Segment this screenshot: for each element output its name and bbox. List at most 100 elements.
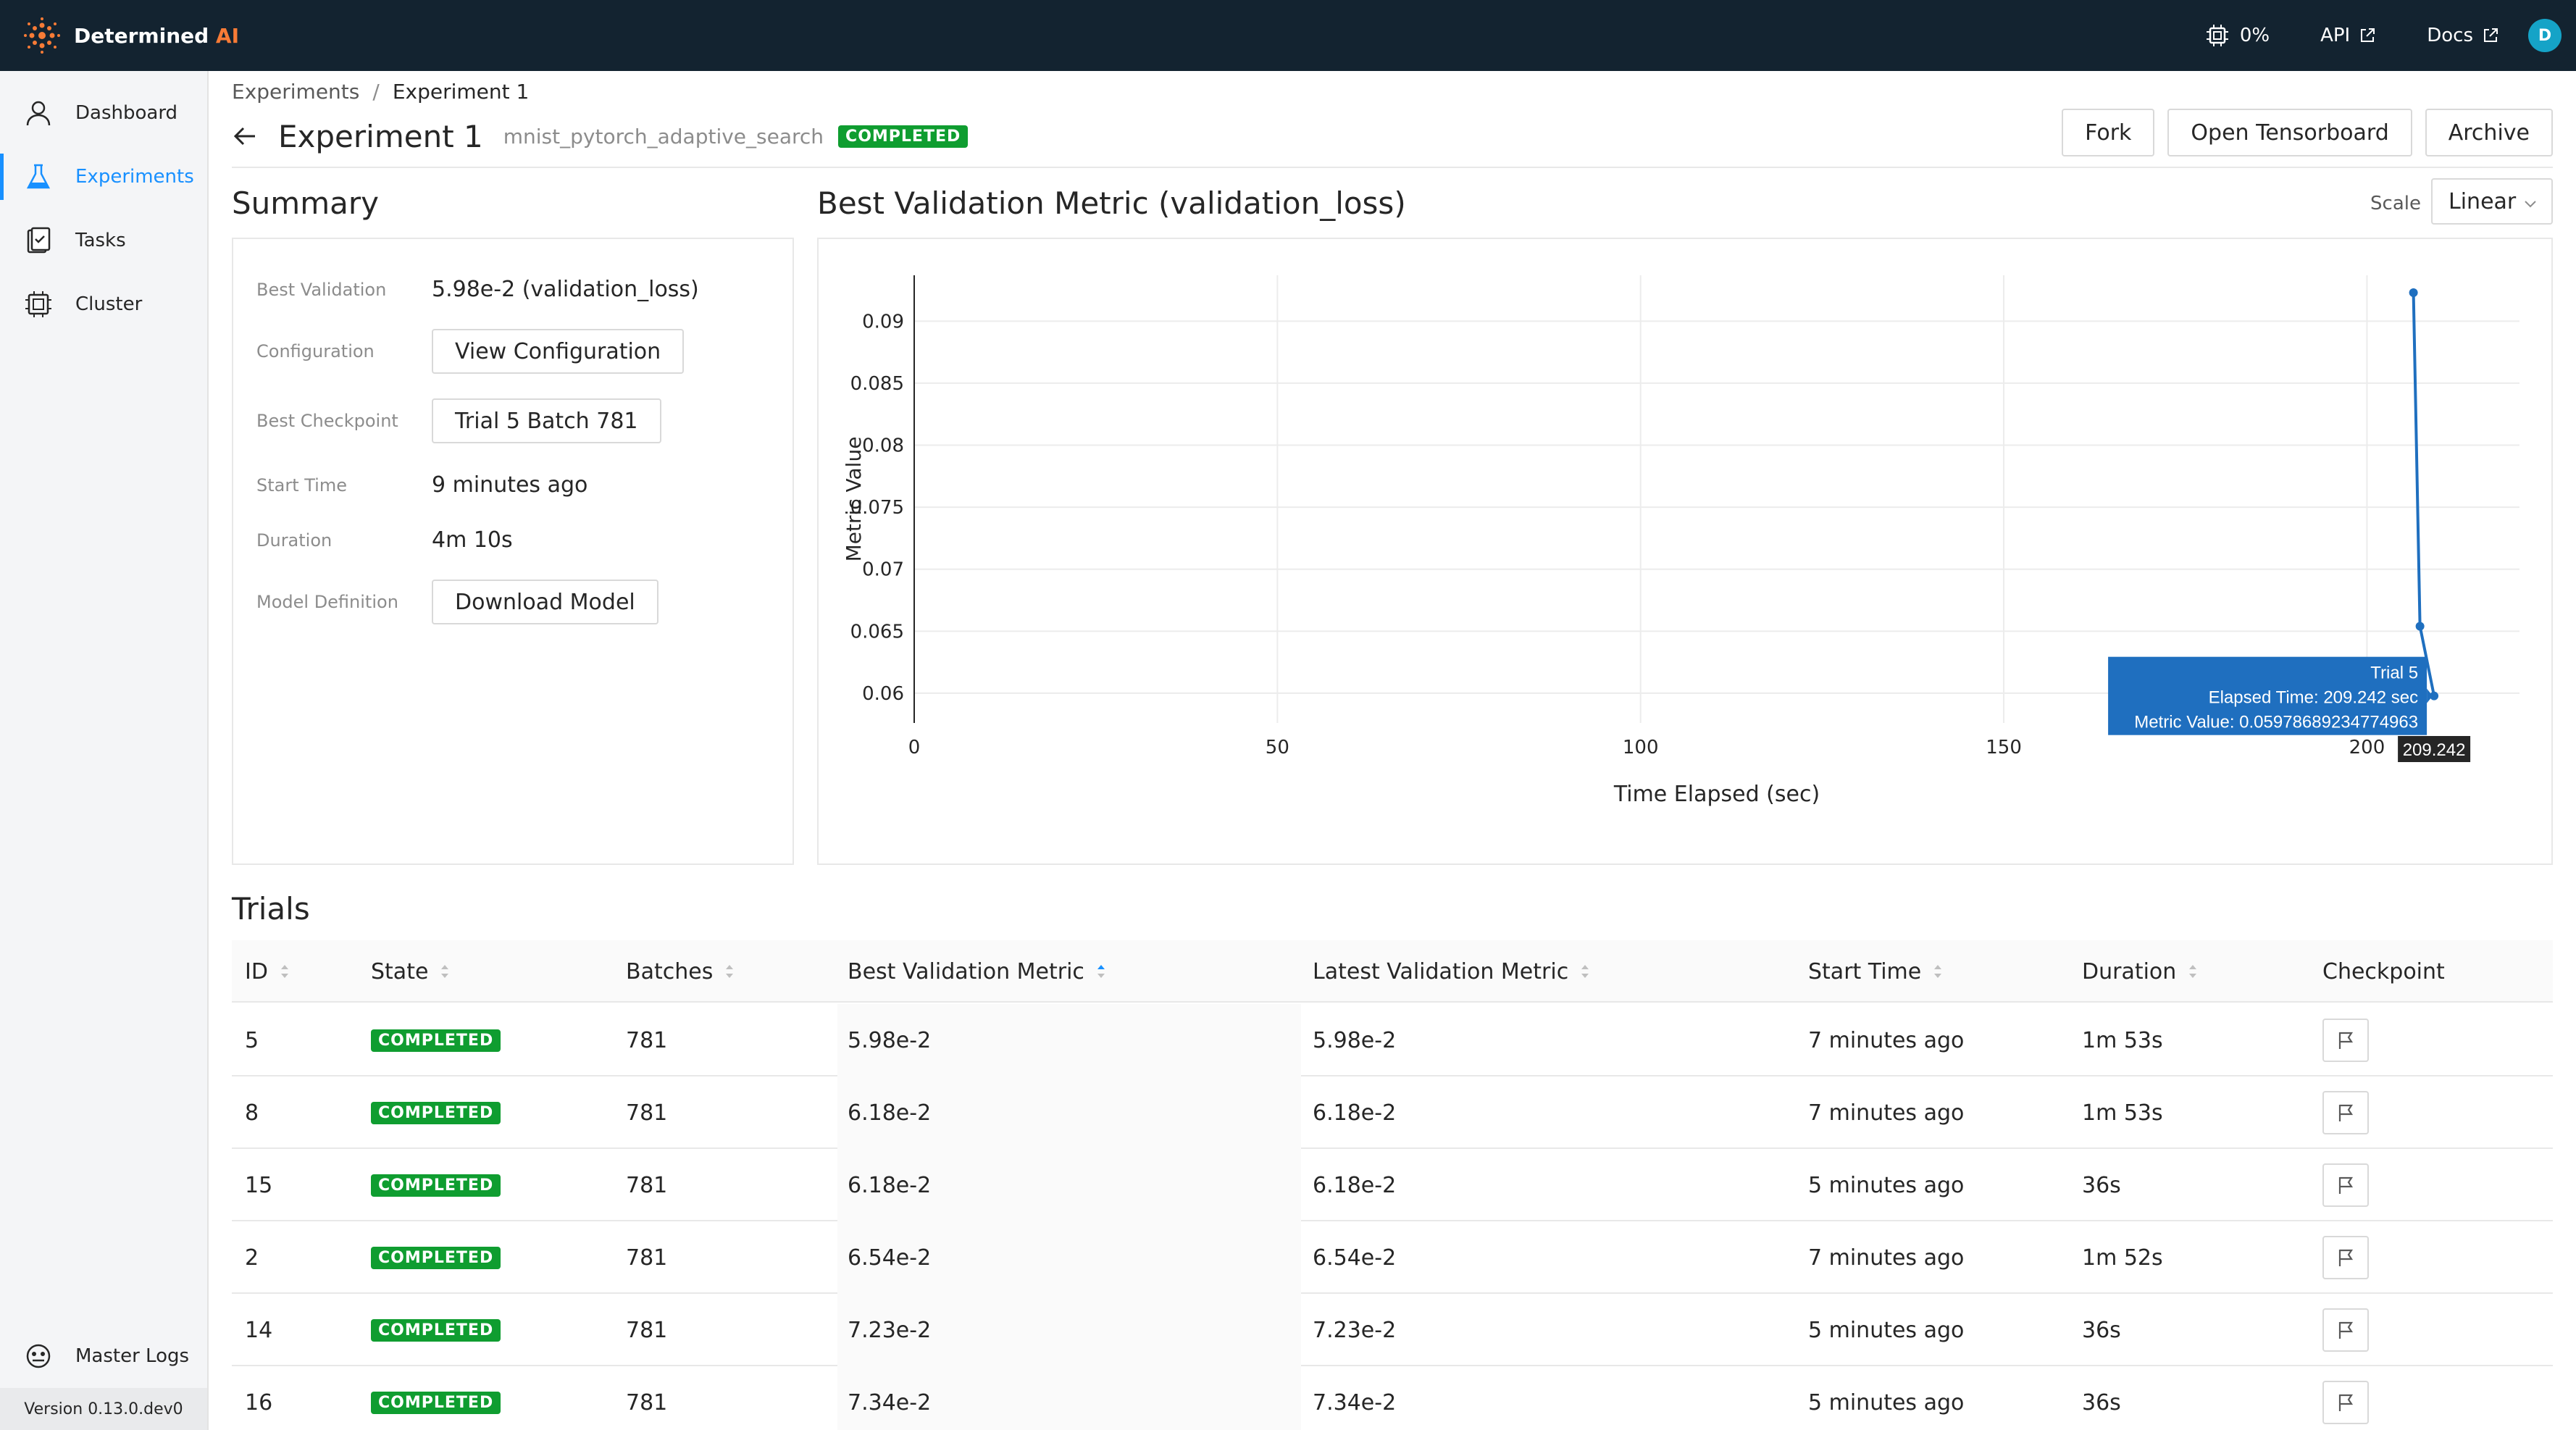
checkpoint-button[interactable] [2322, 1236, 2369, 1279]
cell-best-validation: 7.34e-2 [837, 1366, 1301, 1430]
cell-id: 5 [245, 1004, 259, 1076]
start-time-value: 9 minutes ago [432, 472, 588, 498]
checkpoint-button[interactable] [2322, 1019, 2369, 1062]
user-icon [22, 96, 55, 130]
cell-id: 14 [245, 1294, 272, 1366]
table-row[interactable]: 16 COMPLETED 781 7.34e-2 7.34e-2 5 minutes ag… [232, 1366, 2553, 1430]
cell-text: 14 [245, 1317, 273, 1343]
docs-link[interactable]: Docs [2427, 25, 2499, 46]
validation-metric-chart[interactable]: 0.060.0650.070.0750.080.0850.090 50 100 150… [819, 239, 2551, 864]
cell-checkpoint [2322, 1076, 2369, 1149]
cell-state: COMPLETED [371, 1221, 501, 1294]
cell-batches: 781 [626, 1221, 667, 1294]
archive-button[interactable]: Archive [2425, 109, 2553, 156]
tooltip-elapsed: Elapsed Time: 209.242 sec [2209, 688, 2419, 708]
breadcrumb-current: Experiment 1 [392, 80, 530, 104]
status-badge: COMPLETED [371, 1101, 501, 1124]
y-tick-label: 0.06 [862, 683, 904, 705]
column-header-id[interactable]: ID [245, 940, 290, 1003]
y-tick-label: 0.09 [862, 311, 904, 333]
status-badge: COMPLETED [371, 1246, 501, 1269]
cell-text: 7.23e-2 [1313, 1317, 1397, 1343]
y-tick-label: 0.08 [862, 435, 904, 457]
sidebar-item-label: Cluster [75, 293, 143, 315]
cell-id: 8 [245, 1076, 259, 1149]
table-row[interactable]: 5 COMPLETED 781 5.98e-2 5.98e-2 7 minutes ago… [232, 1004, 2553, 1076]
y-tick-label: 0.07 [862, 559, 904, 581]
determined-logo-icon [24, 17, 60, 54]
column-label: ID [245, 958, 268, 984]
best-checkpoint-button[interactable]: Trial 5 Batch 781 [432, 398, 661, 443]
sort-icon [1934, 965, 1942, 978]
cell-state: COMPLETED [371, 1076, 501, 1149]
sidebar-item-label: Tasks [75, 230, 126, 251]
chart-card: 0.06 0.065 0.07 0.075 0.08 0.085 0.09 0 50 100 150… [817, 238, 2553, 865]
column-header-batches[interactable]: Batches [626, 940, 735, 1003]
view-configuration-button[interactable]: View Configuration [432, 329, 685, 374]
column-header-best-validation[interactable]: Best Validation Metric [848, 940, 1106, 1003]
brand[interactable]: Determined AI [22, 15, 239, 56]
column-label: Checkpoint [2322, 958, 2445, 984]
cell-checkpoint [2322, 1004, 2369, 1076]
cell-text: 7 minutes ago [1808, 1027, 1965, 1053]
cell-start-time: 7 minutes ago [1808, 1221, 1964, 1294]
summary-card: Best Validation 5.98e-2 (validation_loss… [232, 238, 794, 865]
cell-text: 7 minutes ago [1808, 1245, 1965, 1271]
best-validation-value: 5.98e-2 (validation_loss) [432, 277, 699, 302]
sidebar-item-experiments[interactable]: Experiments [0, 148, 207, 206]
sidebar-item-dashboard[interactable]: Dashboard [0, 84, 207, 142]
flag-icon [2338, 1249, 2354, 1266]
download-model-button[interactable]: Download Model [432, 580, 658, 624]
trials-title: Trials [232, 891, 310, 927]
sidebar: Dashboard Experiments Tasks Cluster Mast… [0, 71, 209, 1430]
cluster-usage-value: 0% [2239, 25, 2270, 46]
cluster-usage[interactable]: 0% [2196, 23, 2270, 48]
cell-latest-validation: 6.54e-2 [1313, 1221, 1396, 1294]
table-row[interactable]: 14 COMPLETED 781 7.23e-2 7.23e-2 5 minutes ag… [232, 1294, 2553, 1366]
avatar[interactable]: D [2528, 19, 2562, 52]
cell-text: 5 minutes ago [1808, 1389, 1965, 1416]
checkpoint-button[interactable] [2322, 1308, 2369, 1352]
column-header-duration[interactable]: Duration [2082, 940, 2198, 1003]
column-label: Start Time [1808, 958, 1922, 984]
fork-button[interactable]: Fork [2062, 109, 2155, 156]
sidebar-item-master-logs[interactable]: Master Logs [0, 1327, 207, 1385]
cell-start-time: 5 minutes ago [1808, 1294, 1964, 1366]
cell-text: 781 [626, 1172, 668, 1198]
column-header-checkpoint: Checkpoint [2322, 940, 2445, 1003]
checkpoint-button[interactable] [2322, 1091, 2369, 1134]
open-tensorboard-button[interactable]: Open Tensorboard [2167, 109, 2412, 156]
checkpoint-button[interactable] [2322, 1381, 2369, 1424]
table-header: ID State Batches Best Validation Metric … [232, 940, 2553, 1003]
cell-text: 7.34e-2 [848, 1389, 932, 1416]
cell-start-time: 5 minutes ago [1808, 1366, 1964, 1430]
breadcrumb-experiments[interactable]: Experiments [232, 80, 359, 104]
table-row[interactable]: 2 COMPLETED 781 6.54e-2 6.54e-2 7 minutes ago… [232, 1221, 2553, 1294]
sort-icon [726, 965, 734, 978]
column-header-state[interactable]: State [371, 940, 450, 1003]
cell-text: 6.18e-2 [848, 1100, 932, 1126]
table-row[interactable]: 8 COMPLETED 781 6.18e-2 6.18e-2 7 minutes ago… [232, 1076, 2553, 1149]
back-arrow-icon[interactable] [232, 123, 258, 149]
cell-best-validation: 6.54e-2 [837, 1221, 1301, 1294]
sort-icon [280, 965, 288, 978]
title-row: Experiment 1 mnist_pytorch_adaptive_sear… [232, 114, 969, 158]
data-point[interactable] [2409, 288, 2418, 297]
api-link[interactable]: API [2320, 25, 2376, 46]
cell-text: 7.23e-2 [848, 1317, 932, 1343]
version-label: Version 0.13.0.dev0 [0, 1388, 207, 1430]
checkpoint-button[interactable] [2322, 1163, 2369, 1207]
series-line[interactable] [2412, 292, 2436, 697]
scale-select[interactable]: Linear [2431, 178, 2553, 225]
cell-text: 781 [626, 1245, 668, 1271]
table-row[interactable]: 15 COMPLETED 781 6.18e-2 6.18e-2 5 minutes ag… [232, 1149, 2553, 1221]
sidebar-item-cluster[interactable]: Cluster [0, 275, 207, 333]
column-header-start-time[interactable]: Start Time [1808, 940, 1943, 1003]
cell-text: 5.98e-2 [848, 1027, 932, 1053]
flask-icon [22, 160, 55, 193]
data-point[interactable] [2415, 622, 2425, 631]
cell-id: 15 [245, 1149, 272, 1221]
sidebar-item-tasks[interactable]: Tasks [0, 212, 207, 269]
sort-icon [441, 965, 449, 978]
column-header-latest-validation[interactable]: Latest Validation Metric [1313, 940, 1590, 1003]
